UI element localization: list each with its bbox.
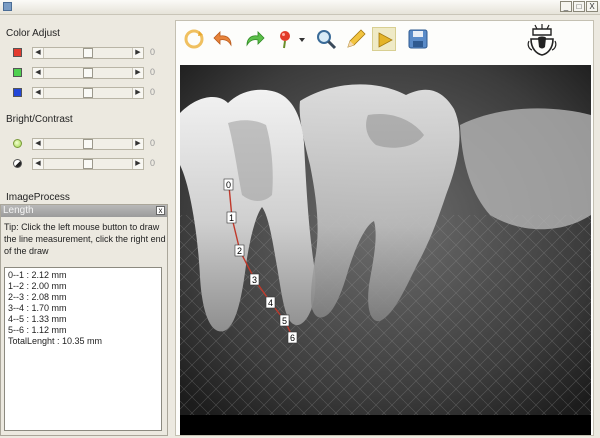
arrow-left-icon[interactable]: ◀ [33, 139, 44, 149]
bright-contrast-title: Bright/Contrast [6, 114, 73, 125]
measure-point-1[interactable]: 1 [226, 211, 237, 224]
blue-swatch-icon [13, 88, 22, 97]
red-slider[interactable]: ◀ ▶ [32, 47, 144, 59]
green-swatch-icon [13, 68, 22, 77]
slider-thumb[interactable] [83, 48, 93, 58]
maximize-button[interactable]: □ [573, 1, 585, 12]
contrast-value: 0 [150, 158, 156, 168]
arrow-right-icon[interactable]: ▶ [132, 159, 143, 169]
list-item: 2--3 : 2.08 mm [8, 292, 67, 302]
contrast-slider-row: ◀ ▶ 0 [10, 157, 160, 171]
blue-value: 0 [150, 87, 156, 97]
contrast-slider[interactable]: ◀ ▶ [32, 158, 144, 170]
brightness-icon [13, 139, 22, 148]
length-panel: Length x Tip: Click the left mouse butto… [0, 204, 168, 436]
green-value: 0 [150, 67, 156, 77]
minimize-button[interactable]: _ [560, 1, 572, 12]
close-button[interactable]: X [586, 1, 598, 12]
list-item: TotalLenght : 10.35 mm [8, 336, 103, 346]
xray-image[interactable]: 0 1 2 3 4 5 6 [180, 65, 591, 435]
image-viewer: 0 1 2 3 4 5 6 [175, 20, 594, 436]
app-icon [3, 2, 12, 11]
arrow-right-icon[interactable]: ▶ [132, 68, 143, 78]
pin-icon[interactable] [274, 27, 298, 51]
svg-text:2: 2 [237, 246, 242, 256]
save-icon[interactable] [406, 27, 430, 51]
measure-point-4[interactable]: 4 [265, 296, 276, 309]
dropdown-icon[interactable] [297, 27, 307, 51]
measurement-list[interactable]: 0--1 : 2.12 mm 1--2 : 2.00 mm 2--3 : 2.0… [4, 267, 162, 431]
svg-text:0: 0 [226, 180, 231, 190]
red-swatch-icon [13, 48, 22, 57]
length-close-icon[interactable]: x [156, 206, 165, 215]
svg-text:5: 5 [282, 316, 287, 326]
list-item: 3--4 : 1.70 mm [8, 303, 67, 313]
brightness-slider[interactable]: ◀ ▶ [32, 138, 144, 150]
pencil-icon[interactable] [344, 27, 368, 51]
xray-image-area[interactable]: 0 1 2 3 4 5 6 [180, 65, 591, 435]
arrow-left-icon[interactable]: ◀ [33, 48, 44, 58]
slider-thumb[interactable] [83, 68, 93, 78]
arrow-left-icon[interactable]: ◀ [33, 159, 44, 169]
redo-icon[interactable] [242, 27, 266, 51]
slider-thumb[interactable] [83, 159, 93, 169]
measure-point-3[interactable]: 3 [249, 273, 260, 286]
brightness-slider-row: ◀ ▶ 0 [10, 137, 160, 151]
arrow-right-icon[interactable]: ▶ [132, 48, 143, 58]
green-slider[interactable]: ◀ ▶ [32, 67, 144, 79]
blue-slider-row: ◀ ▶ 0 [10, 86, 160, 100]
xray-bottom-border [180, 415, 591, 435]
magnifier-icon[interactable] [314, 27, 338, 51]
length-panel-header[interactable]: Length x [1, 205, 167, 217]
red-value: 0 [150, 47, 156, 57]
green-slider-row: ◀ ▶ 0 [10, 66, 160, 80]
play-icon[interactable] [372, 27, 396, 51]
length-panel-title: Length [3, 205, 34, 216]
svg-text:1: 1 [229, 213, 234, 223]
svg-text:6: 6 [290, 333, 295, 343]
refresh-icon[interactable] [182, 27, 206, 51]
image-process-title: ImageProcess [6, 192, 70, 203]
window-controls: _ □ X [560, 1, 598, 12]
slider-thumb[interactable] [83, 139, 93, 149]
length-tip: Tip: Click the left mouse button to draw… [4, 222, 166, 256]
arrow-left-icon[interactable]: ◀ [33, 68, 44, 78]
measure-point-6[interactable]: 6 [287, 331, 298, 344]
measure-point-0[interactable]: 0 [223, 178, 234, 191]
brand-logo-icon [523, 23, 561, 57]
brightness-value: 0 [150, 138, 156, 148]
svg-text:4: 4 [268, 298, 273, 308]
measure-point-5[interactable]: 5 [279, 314, 290, 327]
arrow-left-icon[interactable]: ◀ [33, 88, 44, 98]
color-adjust-title: Color Adjust [6, 28, 60, 39]
svg-text:3: 3 [252, 275, 257, 285]
red-slider-row: ◀ ▶ 0 [10, 46, 160, 60]
blue-slider[interactable]: ◀ ▶ [32, 87, 144, 99]
title-bar: _ □ X [0, 0, 600, 15]
list-item: 0--1 : 2.12 mm [8, 270, 67, 280]
arrow-right-icon[interactable]: ▶ [132, 88, 143, 98]
undo-icon[interactable] [212, 27, 236, 51]
contrast-icon [13, 159, 22, 168]
arrow-right-icon[interactable]: ▶ [132, 139, 143, 149]
toolbar [176, 21, 593, 59]
list-item: 5--6 : 1.12 mm [8, 325, 67, 335]
measure-point-2[interactable]: 2 [234, 244, 245, 257]
list-item: 1--2 : 2.00 mm [8, 281, 67, 291]
list-item: 4--5 : 1.33 mm [8, 314, 67, 324]
slider-thumb[interactable] [83, 88, 93, 98]
